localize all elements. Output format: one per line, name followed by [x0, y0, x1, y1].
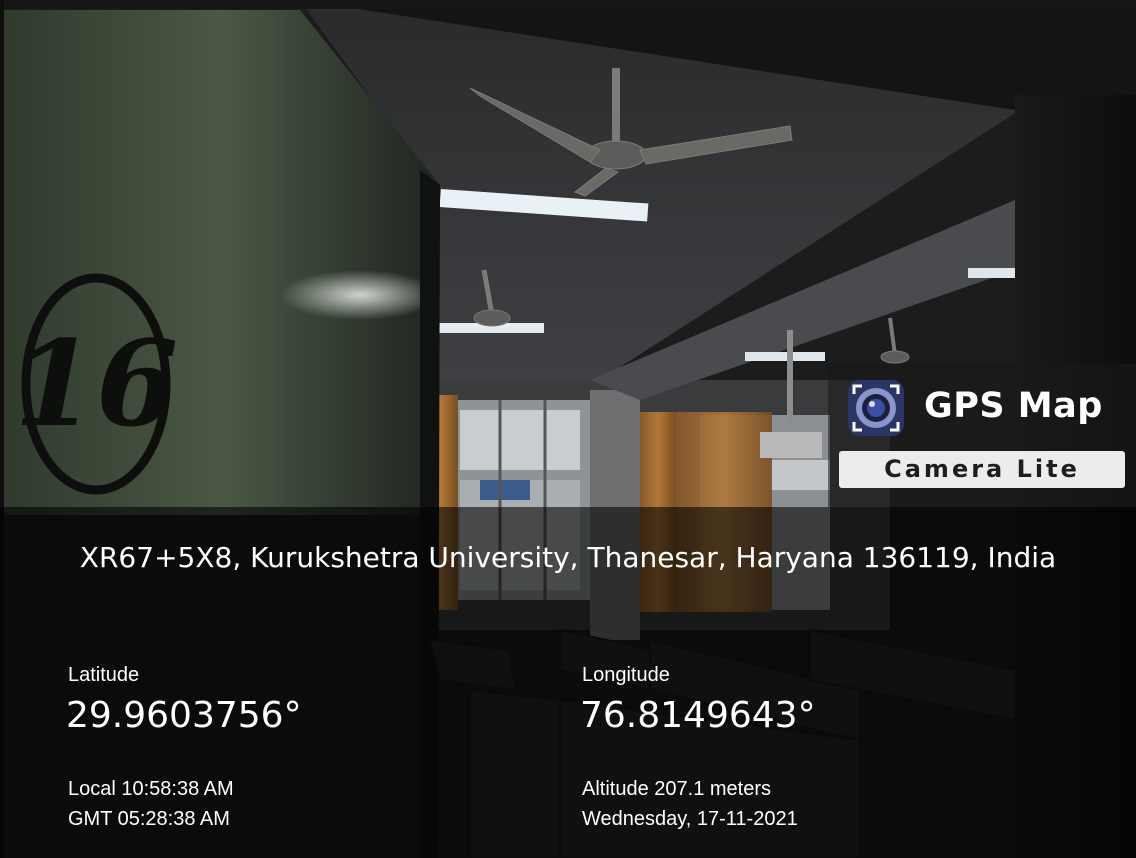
longitude-label: Longitude: [582, 664, 670, 686]
watermark-subtitle: Camera Lite: [884, 455, 1080, 483]
photo-frame: 16 GPS Map Camera Lite XR67+5X8, Kuruksh…: [0, 0, 1136, 858]
watermark-subtitle-badge: Camera Lite: [839, 451, 1125, 488]
room-number-text: 16: [14, 314, 178, 453]
altitude-text: Altitude 207.1 meters: [582, 778, 771, 800]
latitude-label: Latitude: [68, 664, 140, 686]
local-time: Local 10:58:38 AM: [68, 778, 234, 800]
watermark-title: GPS Map: [924, 386, 1103, 426]
gmt-time: GMT 05:28:38 AM: [68, 808, 230, 830]
app-watermark: GPS Map Camera Lite: [828, 364, 1136, 507]
top-strip: [0, 0, 1136, 9]
latitude-value: 29.9603756°: [66, 695, 302, 736]
longitude-value: 76.8149643°: [580, 695, 816, 736]
camera-lens-icon: [848, 380, 904, 436]
location-info-panel: XR67+5X8, Kurukshetra University, Thanes…: [0, 507, 1136, 858]
address-text: XR67+5X8, Kurukshetra University, Thanes…: [79, 541, 1057, 574]
date-text: Wednesday, 17-11-2021: [582, 808, 798, 830]
